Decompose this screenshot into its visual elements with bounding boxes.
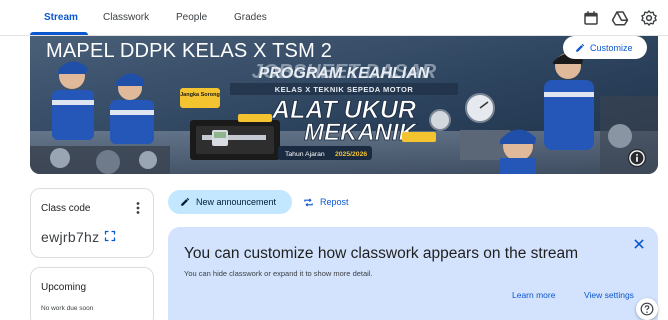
repost-button[interactable]: Repost <box>303 190 349 214</box>
tab-people[interactable]: People <box>176 12 207 23</box>
banner-info-icon[interactable] <box>627 148 647 168</box>
top-navigation: Stream Classwork People Grades <box>0 0 668 36</box>
upcoming-title: Upcoming <box>41 282 87 293</box>
class-code-value: ewjrb7hz <box>41 229 100 245</box>
caliper-case <box>190 114 280 160</box>
upcoming-card: Upcoming No work due soon <box>30 267 154 320</box>
pencil-icon <box>181 197 190 206</box>
new-announcement-button[interactable]: New announcement <box>168 190 292 214</box>
learn-more-link[interactable]: Learn more <box>512 290 555 300</box>
info-panel-subtitle: You can hide classwork or expand it to s… <box>184 269 373 278</box>
pencil-icon <box>576 43 585 52</box>
artwork-line3: KELAS X TEKNIK SEPEDA MOTOR <box>275 85 414 94</box>
customize-info-panel: You can customize how classwork appears … <box>168 227 658 320</box>
artwork-line5: MEKANIK <box>304 119 418 146</box>
class-code-card: Class code ewjrb7hz <box>30 188 154 258</box>
new-announcement-label: New announcement <box>196 197 277 207</box>
artwork-year-value: 2025/2026 <box>335 151 367 158</box>
info-panel-title: You can customize how classwork appears … <box>184 245 579 262</box>
customize-button[interactable]: Customize <box>563 36 647 59</box>
repost-icon <box>304 197 313 207</box>
help-button[interactable] <box>636 298 658 320</box>
close-icon[interactable] <box>632 237 646 251</box>
artwork-line2: PROGRAM KEAHLIAN <box>259 65 430 82</box>
view-settings-link[interactable]: View settings <box>584 290 634 300</box>
help-icon <box>640 302 654 316</box>
repost-label: Repost <box>320 197 349 207</box>
drive-icon[interactable] <box>611 9 629 27</box>
tab-classwork[interactable]: Classwork <box>103 12 149 23</box>
calendar-icon[interactable] <box>582 9 600 27</box>
artwork-tag: Jangka Sorong <box>180 92 220 98</box>
settings-icon[interactable] <box>640 9 658 27</box>
tab-grades[interactable]: Grades <box>234 12 267 23</box>
class-banner: JOBSHEET DASAR PROGRAM KEAHLIAN KELAS X … <box>30 36 658 174</box>
fullscreen-icon[interactable] <box>104 230 116 242</box>
upcoming-status: No work due soon <box>41 305 94 312</box>
customize-label: Customize <box>590 42 633 53</box>
class-title: MAPEL DDPK KELAS X TSM 2 <box>46 40 333 62</box>
tab-stream[interactable]: Stream <box>44 12 78 23</box>
class-code-title: Class code <box>41 203 91 214</box>
artwork-year-prefix: Tahun Ajaran <box>285 151 325 158</box>
more-vert-icon[interactable] <box>133 201 143 215</box>
active-tab-indicator <box>30 32 88 35</box>
